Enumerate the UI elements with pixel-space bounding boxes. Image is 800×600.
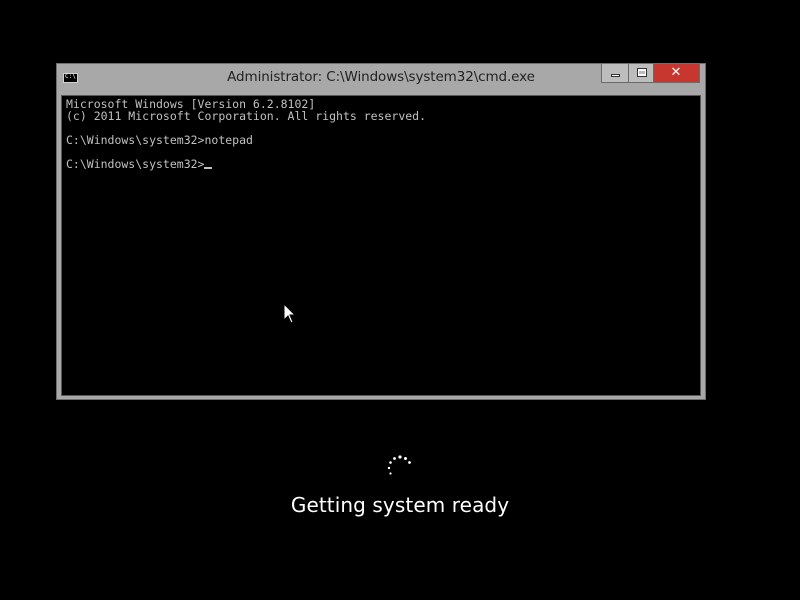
- console-line-copyright: (c) 2011 Microsoft Corporation. All righ…: [66, 109, 427, 123]
- maximize-icon: [637, 68, 647, 77]
- console-prompt-line[interactable]: C:\Windows\system32>: [66, 157, 213, 171]
- title-bar[interactable]: C:\ Administrator: C:\Windows\system32\c…: [57, 64, 705, 94]
- close-icon: ✕: [670, 65, 682, 80]
- text-cursor: [204, 167, 213, 169]
- console-prompt: C:\Windows\system32>: [66, 157, 205, 171]
- status-message: Getting system ready: [290, 493, 510, 517]
- console-output[interactable]: Microsoft Windows [Version 6.2.8102] (c)…: [61, 95, 701, 396]
- minimize-button[interactable]: [601, 64, 628, 83]
- setup-screen: C:\ Administrator: C:\Windows\system32\c…: [0, 0, 800, 600]
- console-line-command: C:\Windows\system32>notepad: [66, 133, 253, 147]
- loading-spinner-icon: [387, 455, 411, 475]
- mouse-pointer-icon: [283, 303, 297, 324]
- minimize-icon: [611, 74, 620, 77]
- caption-buttons: ✕: [601, 64, 700, 83]
- cmd-window[interactable]: C:\ Administrator: C:\Windows\system32\c…: [56, 63, 706, 400]
- close-button[interactable]: ✕: [654, 64, 700, 83]
- maximize-button[interactable]: [628, 64, 654, 83]
